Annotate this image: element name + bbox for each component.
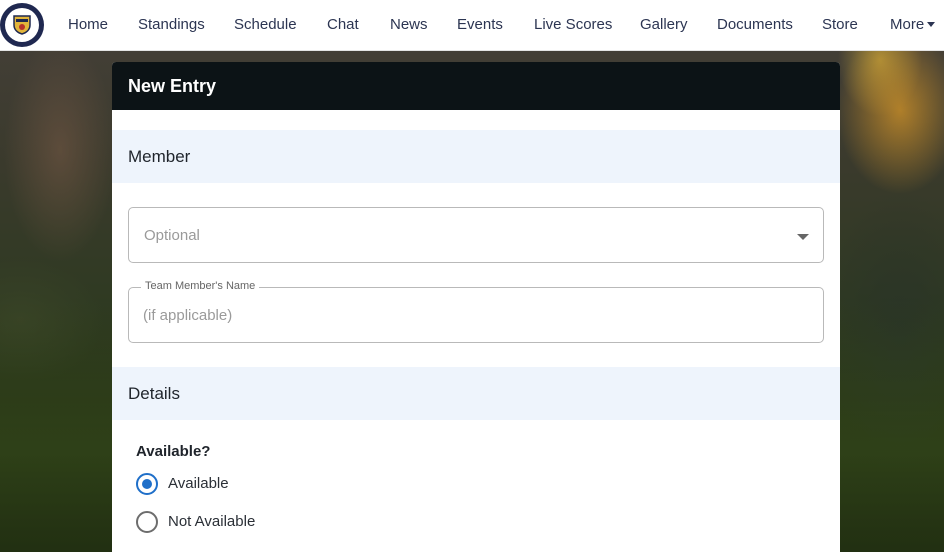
team-member-name-label: Team Member's Name <box>141 280 260 292</box>
nav-gallery[interactable]: Gallery <box>640 16 688 33</box>
nav-chat[interactable]: Chat <box>327 16 359 33</box>
nav-more-label: More <box>890 16 925 33</box>
new-entry-card: New Entry Member Optional Team Member's … <box>112 62 840 552</box>
member-section-header: Member <box>112 130 840 183</box>
team-member-name-input[interactable]: (if applicable) <box>143 307 232 324</box>
nav-home[interactable]: Home <box>68 16 108 33</box>
member-select-placeholder: Optional <box>144 227 200 244</box>
caret-down-icon <box>927 21 936 27</box>
team-crest-icon <box>5 8 39 42</box>
radio-checked-icon[interactable] <box>136 473 158 495</box>
nav-live-scores[interactable]: Live Scores <box>534 16 612 33</box>
radio-unchecked-icon[interactable] <box>136 511 158 533</box>
availability-label: Available? <box>136 443 211 460</box>
card-title: New Entry <box>112 62 840 110</box>
nav-documents[interactable]: Documents <box>717 16 793 33</box>
nav-schedule[interactable]: Schedule <box>234 16 297 33</box>
nav-news[interactable]: News <box>390 16 428 33</box>
top-navbar: Home Standings Schedule Chat News Events… <box>0 0 944 51</box>
radio-available-label: Available <box>168 475 229 492</box>
team-member-name-field[interactable]: Team Member's Name (if applicable) <box>128 280 824 343</box>
caret-down-icon <box>797 234 809 240</box>
member-select[interactable]: Optional <box>128 207 824 263</box>
nav-store[interactable]: Store <box>822 16 858 33</box>
team-logo[interactable] <box>0 3 44 47</box>
radio-not-available-label: Not Available <box>168 513 256 530</box>
nav-more[interactable]: More <box>890 16 936 33</box>
details-section-header: Details <box>112 367 840 420</box>
nav-standings[interactable]: Standings <box>138 16 205 33</box>
nav-events[interactable]: Events <box>457 16 503 33</box>
